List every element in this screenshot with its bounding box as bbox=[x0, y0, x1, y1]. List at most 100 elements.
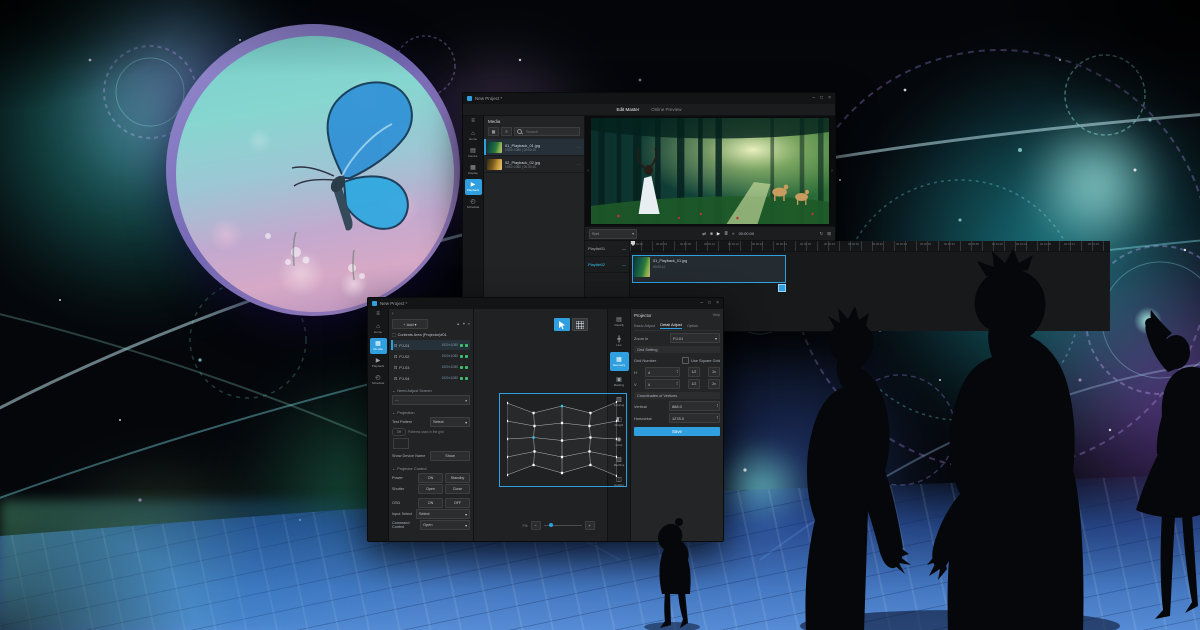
mesh-vertex[interactable] bbox=[532, 436, 534, 438]
grid-v-half-button[interactable]: 1/2 bbox=[688, 379, 700, 389]
trash-icon[interactable]: ⊠ bbox=[827, 231, 831, 237]
sidebar-item-schedule[interactable]: ◴ Schedule bbox=[370, 372, 387, 388]
adjust-tool-classify[interactable]: ▤Classify bbox=[610, 312, 629, 331]
power-standby-button[interactable]: Standby bbox=[445, 473, 470, 483]
grid-v-stepper[interactable]: 4 ▴▾ bbox=[645, 379, 680, 389]
list-view-button[interactable]: ≡ bbox=[501, 127, 512, 136]
add-button[interactable]: + Add ▾ bbox=[392, 319, 428, 329]
grid-v-double-button[interactable]: 2x bbox=[708, 379, 720, 389]
projector-row-4[interactable]: ⊡ PJ-04 1920×1080 bbox=[392, 373, 470, 383]
tab-detail-adjust[interactable]: Detail Adjust bbox=[660, 322, 682, 329]
projection-section[interactable]: ⌄ Projection bbox=[392, 408, 470, 416]
loop-icon[interactable]: ⇄ bbox=[702, 231, 706, 237]
mesh-vertex[interactable] bbox=[507, 456, 508, 458]
media-item-1[interactable]: 01_Playback_01.jpg 1920×1080 | 00:00:10 … bbox=[484, 139, 584, 156]
projector-row-1[interactable]: ⊡ PJ-01 1920×1080 bbox=[392, 340, 470, 350]
close-button[interactable]: × bbox=[828, 96, 831, 101]
mesh-vertex[interactable] bbox=[616, 420, 617, 422]
mesh-vertex[interactable] bbox=[589, 436, 591, 438]
media-item-menu-icon[interactable]: ⋯ bbox=[577, 145, 581, 150]
timeline-clip[interactable]: 01_Playback_01.jpg 00:00:10 bbox=[632, 255, 786, 283]
warp-mesh[interactable] bbox=[507, 401, 617, 477]
mesh-vertex[interactable] bbox=[589, 412, 591, 414]
sidebar-item-display[interactable]: ▦ Display bbox=[465, 162, 482, 178]
shutter-close-button[interactable]: Close bbox=[445, 484, 470, 494]
play-icon[interactable]: ▶ bbox=[717, 231, 720, 237]
next-arrow-icon[interactable]: › bbox=[829, 116, 835, 226]
step-down-icon[interactable]: ▾ bbox=[717, 406, 718, 408]
mesh-vertex[interactable] bbox=[532, 412, 534, 414]
collapse-icon[interactable]: — bbox=[622, 262, 626, 267]
minimize-button[interactable]: – bbox=[812, 96, 815, 101]
mesh-vertex[interactable] bbox=[507, 438, 508, 440]
vertical-stepper[interactable]: 868.0 ▴▾ bbox=[669, 401, 720, 411]
maximize-button[interactable]: □ bbox=[820, 96, 823, 101]
show-device-button[interactable]: Show bbox=[430, 451, 470, 461]
step-down-icon[interactable]: ▾ bbox=[677, 372, 678, 374]
contents-area-group[interactable]: ⬚ Contents Area (Projector)#01 bbox=[392, 330, 470, 339]
sort-dropdown[interactable]: Sort ▾ bbox=[589, 229, 637, 239]
collapse-icon[interactable]: — bbox=[622, 246, 626, 251]
mesh-vertex[interactable] bbox=[533, 425, 535, 427]
timeline-ruler[interactable]: 00:00:0000:00:0400:00:0800:00:1200:00:16… bbox=[630, 241, 1110, 252]
mesh-vertex[interactable] bbox=[532, 464, 534, 466]
help-link[interactable]: Help bbox=[713, 313, 720, 317]
input-select-dropdown[interactable]: Select ▾ bbox=[416, 509, 470, 519]
move-up-icon[interactable]: ▲ bbox=[456, 322, 460, 326]
step-down-icon[interactable]: ▾ bbox=[677, 384, 678, 386]
zoom-in-button[interactable]: + bbox=[585, 521, 595, 530]
osd-off-button[interactable]: OFF bbox=[445, 498, 470, 508]
mesh-vertex[interactable] bbox=[616, 456, 617, 458]
horizontal-stepper[interactable]: 1278.0 ▴▾ bbox=[669, 413, 720, 423]
menu-icon[interactable]: ≡ bbox=[376, 311, 380, 320]
back-icon[interactable]: ‹ bbox=[392, 311, 470, 318]
projector-row-3[interactable]: ⊡ PJ-03 1920×1080 bbox=[392, 362, 470, 372]
mesh-vertex[interactable] bbox=[533, 450, 535, 452]
minimize-button[interactable]: – bbox=[700, 301, 703, 306]
playlist-row-2[interactable]: Playlist02 — bbox=[585, 257, 629, 273]
mapping-titlebar[interactable]: New Project * – □ × bbox=[368, 298, 723, 309]
tab-option[interactable]: Option bbox=[687, 323, 698, 328]
grid-view-button[interactable]: ▦ bbox=[488, 127, 499, 136]
mesh-vertex[interactable] bbox=[561, 472, 563, 474]
playlist-row-1[interactable]: Playlist01 — bbox=[585, 241, 629, 257]
step-down-icon[interactable]: ▾ bbox=[717, 418, 718, 420]
zoom-out-button[interactable]: − bbox=[531, 521, 541, 530]
save-button[interactable]: Save bbox=[634, 427, 720, 436]
grid-h-double-button[interactable]: 2x bbox=[708, 367, 720, 377]
mixer-icon[interactable]: ≣ bbox=[724, 231, 728, 237]
power-on-button[interactable]: ON bbox=[418, 473, 443, 483]
test-pattern-dropdown[interactable]: Select ▾ bbox=[430, 417, 470, 427]
stop-icon[interactable]: ■ bbox=[710, 231, 713, 236]
mesh-vertex[interactable] bbox=[561, 422, 563, 424]
command-control-dropdown[interactable]: Open ▾ bbox=[420, 520, 470, 530]
refresh-icon[interactable]: ↻ bbox=[819, 231, 823, 237]
sidebar-item-playback[interactable]: ▶ Playback bbox=[370, 355, 387, 371]
grid-tool-button[interactable] bbox=[572, 318, 588, 331]
need-adjust-dropdown[interactable]: --- ▾ bbox=[392, 395, 470, 405]
next-icon[interactable]: » bbox=[732, 231, 735, 236]
mesh-vertex[interactable] bbox=[588, 425, 590, 427]
move-down-icon[interactable]: ▼ bbox=[462, 322, 466, 326]
projector-control-section[interactable]: ⌄ Projector Control bbox=[392, 464, 470, 472]
maximize-button[interactable]: □ bbox=[708, 301, 711, 306]
sidebar-item-home[interactable]: ⌂ Home bbox=[465, 128, 482, 144]
tab-online-preview[interactable]: Online Preview bbox=[651, 107, 681, 112]
mesh-vertex[interactable] bbox=[616, 438, 617, 440]
zoom-slider-thumb[interactable] bbox=[549, 523, 553, 527]
mesh-vertex[interactable] bbox=[588, 450, 590, 452]
sidebar-item-onsite[interactable]: ▦ On-site bbox=[370, 338, 387, 354]
mesh-vertex[interactable] bbox=[507, 402, 508, 404]
close-button[interactable]: × bbox=[716, 301, 719, 306]
mesh-vertex[interactable] bbox=[507, 474, 508, 476]
mesh-vertex[interactable] bbox=[561, 439, 563, 441]
sidebar-item-playback[interactable]: ▶ Playback bbox=[465, 179, 482, 195]
sidebar-item-home[interactable]: ⌂ Home bbox=[370, 321, 387, 337]
pattern-toggle[interactable]: Off bbox=[392, 428, 406, 436]
player-titlebar[interactable]: New Project * – □ × bbox=[463, 93, 835, 104]
mesh-vertex[interactable] bbox=[561, 456, 563, 458]
use-square-grid-checkbox[interactable] bbox=[682, 357, 689, 364]
mesh-vertex[interactable] bbox=[561, 405, 563, 407]
pattern-preview-box[interactable] bbox=[393, 438, 409, 449]
need-adjust-section[interactable]: ⌄ Need Adjust Screen bbox=[392, 386, 470, 394]
